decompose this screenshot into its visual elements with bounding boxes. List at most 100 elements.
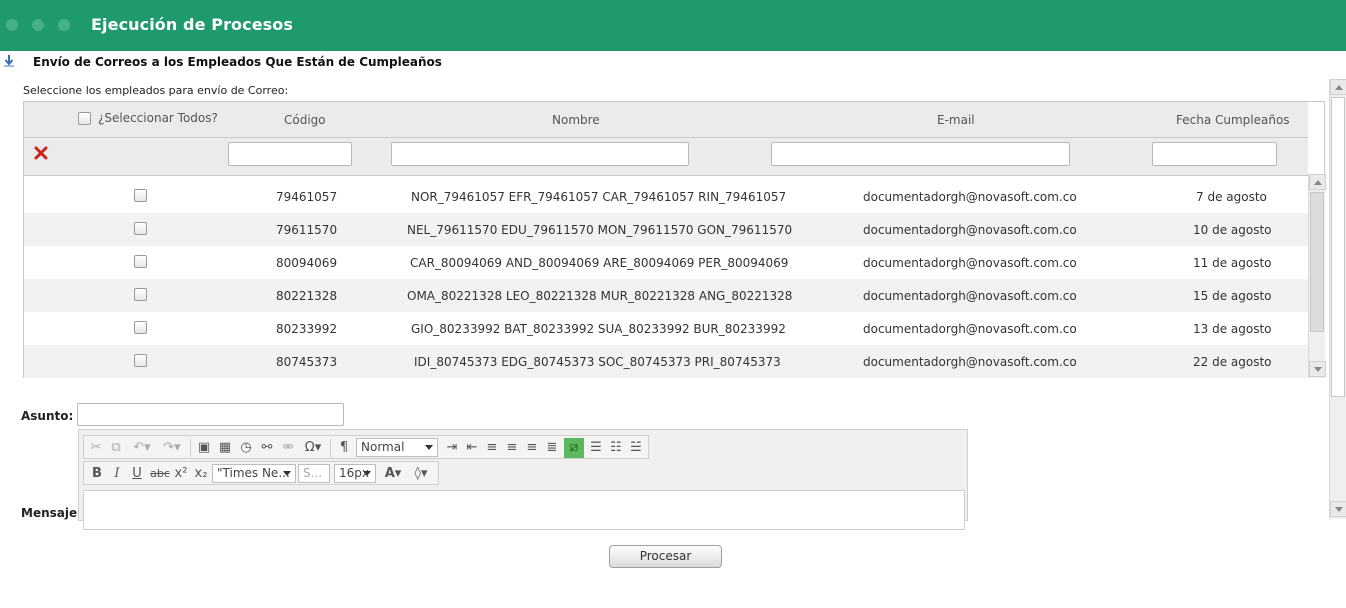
window-dot-icon	[6, 19, 18, 31]
cell-fecha: 10 de agosto	[1193, 223, 1272, 237]
column-header-email[interactable]: E-mail	[937, 113, 975, 127]
cell-fecha: 15 de agosto	[1193, 289, 1272, 303]
filter-fecha-input[interactable]	[1152, 142, 1277, 166]
numbered-list-icon[interactable]: ☷	[606, 438, 626, 458]
insert-date-icon[interactable]: ▦	[215, 438, 235, 458]
subject-label: Asunto:	[21, 409, 74, 423]
cell-codigo: 80745373	[276, 355, 338, 369]
insert-image-icon[interactable]: ▣	[194, 438, 214, 458]
cell-nombre: IDI_80745373 EDG_80745373 SOC_80745373 P…	[414, 355, 781, 369]
cell-email: documentadorgh@novasoft.com.co	[863, 256, 1077, 270]
justify-icon[interactable]: ≣	[542, 438, 562, 458]
align-right-icon[interactable]: ≡	[522, 438, 542, 458]
cell-nombre: CAR_80094069 AND_80094069 ARE_80094069 P…	[410, 256, 789, 270]
table-row[interactable]: 79611570 NEL_79611570 EDU_79611570 MON_7…	[24, 213, 1308, 246]
paragraph-icon[interactable]: ¶	[334, 438, 354, 458]
column-header-codigo[interactable]: Código	[284, 113, 326, 127]
copy-icon[interactable]: ⧉	[106, 438, 126, 458]
blockquote-icon[interactable]: ☱	[626, 438, 646, 458]
row-checkbox[interactable]	[134, 255, 147, 268]
highlight-color-icon[interactable]: ◊▾	[408, 464, 434, 484]
page-scroll-thumb[interactable]	[1331, 97, 1345, 397]
cell-nombre: GIO_80233992 BAT_80233992 SUA_80233992 B…	[411, 322, 786, 336]
style-select-value: S...	[303, 466, 323, 480]
cell-fecha: 22 de agosto	[1193, 355, 1272, 369]
row-checkbox[interactable]	[134, 288, 147, 301]
editor-toolbar-top: ✂ ⧉ ↶▾ ↷▾ ▣ ▦ ◷ ⚯ ⚮ Ω▾ ¶ Normal ⇥ ⇤ ≡ ≡ …	[83, 435, 649, 459]
remove-format-icon[interactable]: ⧄	[564, 438, 584, 458]
underline-icon[interactable]: U	[128, 464, 146, 484]
table-row[interactable]: 80221328 OMA_80221328 LEO_80221328 MUR_8…	[24, 279, 1308, 312]
cell-fecha: 13 de agosto	[1193, 322, 1272, 336]
font-size-select[interactable]: 16px	[334, 464, 376, 483]
message-textarea[interactable]	[83, 490, 965, 530]
download-arrow-icon	[4, 55, 14, 67]
bullet-list-icon[interactable]: ☰	[586, 438, 606, 458]
section-title: Envío de Correos a los Empleados Que Est…	[33, 55, 442, 69]
superscript-icon[interactable]: x²	[172, 464, 190, 484]
cell-fecha: 7 de agosto	[1196, 190, 1267, 204]
cell-nombre: OMA_80221328 LEO_80221328 MUR_80221328 A…	[407, 289, 793, 303]
table-row[interactable]: 80745373 IDI_80745373 EDG_80745373 SOC_8…	[24, 345, 1308, 378]
filter-codigo-input[interactable]	[228, 142, 352, 166]
font-family-value: "Times Ne...	[217, 466, 290, 480]
employee-grid: ¿Seleccionar Todos? Código Nombre E-mail…	[23, 101, 1326, 378]
table-row[interactable]: 79461057 NOR_79461057 EFR_79461057 CAR_7…	[24, 180, 1308, 213]
message-label: Mensaje:	[21, 506, 82, 520]
italic-icon[interactable]: I	[108, 464, 126, 484]
grid-scrollbar[interactable]	[1308, 174, 1326, 378]
filter-email-input[interactable]	[771, 142, 1070, 166]
cell-codigo: 80221328	[276, 289, 338, 303]
cell-email: documentadorgh@novasoft.com.co	[863, 322, 1077, 336]
style-select[interactable]: S...	[298, 464, 330, 483]
process-button[interactable]: Procesar	[609, 545, 722, 568]
cell-codigo: 79611570	[276, 223, 338, 237]
page-scrollbar[interactable]	[1329, 79, 1346, 519]
row-checkbox[interactable]	[134, 354, 147, 367]
indent-icon[interactable]: ⇥	[442, 438, 462, 458]
strikethrough-icon[interactable]: abc	[148, 464, 172, 484]
select-all-checkbox[interactable]	[78, 112, 91, 125]
grid-filter-row	[24, 138, 1308, 176]
scroll-down-button[interactable]	[1309, 361, 1326, 377]
column-header-nombre[interactable]: Nombre	[552, 113, 600, 127]
subscript-icon[interactable]: x₂	[192, 464, 210, 484]
table-row[interactable]: 80094069 CAR_80094069 AND_80094069 ARE_8…	[24, 246, 1308, 279]
clear-filter-icon[interactable]	[34, 146, 48, 160]
instructions-text: Seleccione los empleados para envío de C…	[23, 84, 289, 97]
scroll-up-button[interactable]	[1309, 174, 1326, 190]
table-row[interactable]: 80233992 GIO_80233992 BAT_80233992 SUA_8…	[24, 312, 1308, 345]
bold-icon[interactable]: B	[88, 464, 106, 484]
align-center-icon[interactable]: ≡	[502, 438, 522, 458]
grid-body: 79461057 NOR_79461057 EFR_79461057 CAR_7…	[24, 180, 1308, 378]
select-all-label: ¿Seleccionar Todos?	[98, 111, 218, 125]
redo-icon[interactable]: ↷▾	[158, 438, 186, 458]
format-select[interactable]: Normal	[356, 438, 438, 457]
undo-icon[interactable]: ↶▾	[128, 438, 156, 458]
special-char-icon[interactable]: Ω▾	[300, 438, 326, 458]
scroll-thumb[interactable]	[1310, 192, 1324, 332]
page-scroll-up-button[interactable]	[1330, 79, 1346, 95]
align-left-icon[interactable]: ≡	[482, 438, 502, 458]
cell-email: documentadorgh@novasoft.com.co	[863, 223, 1077, 237]
row-checkbox[interactable]	[134, 222, 147, 235]
insert-time-icon[interactable]: ◷	[236, 438, 256, 458]
subject-input[interactable]	[77, 403, 344, 426]
filter-nombre-input[interactable]	[391, 142, 689, 166]
window-titlebar: Ejecución de Procesos	[0, 0, 1346, 51]
font-color-icon[interactable]: A▾	[380, 464, 406, 484]
column-header-fecha[interactable]: Fecha Cumpleaños	[1176, 113, 1290, 127]
cut-icon[interactable]: ✂	[86, 438, 106, 458]
unlink-icon[interactable]: ⚮	[278, 438, 298, 458]
row-checkbox[interactable]	[134, 321, 147, 334]
row-checkbox[interactable]	[134, 189, 147, 202]
page-scroll-down-button[interactable]	[1330, 501, 1346, 517]
outdent-icon[interactable]: ⇤	[462, 438, 482, 458]
window-dot-icon	[32, 19, 44, 31]
window-dot-icon	[58, 19, 70, 31]
message-editor: ✂ ⧉ ↶▾ ↷▾ ▣ ▦ ◷ ⚯ ⚮ Ω▾ ¶ Normal ⇥ ⇤ ≡ ≡ …	[78, 429, 968, 530]
font-family-select[interactable]: "Times Ne...	[212, 464, 296, 483]
editor-toolbar-bottom: B I U abc x² x₂ "Times Ne... S... 16px A…	[83, 461, 439, 485]
cell-nombre: NEL_79611570 EDU_79611570 MON_79611570 G…	[407, 223, 793, 237]
link-icon[interactable]: ⚯	[257, 438, 277, 458]
